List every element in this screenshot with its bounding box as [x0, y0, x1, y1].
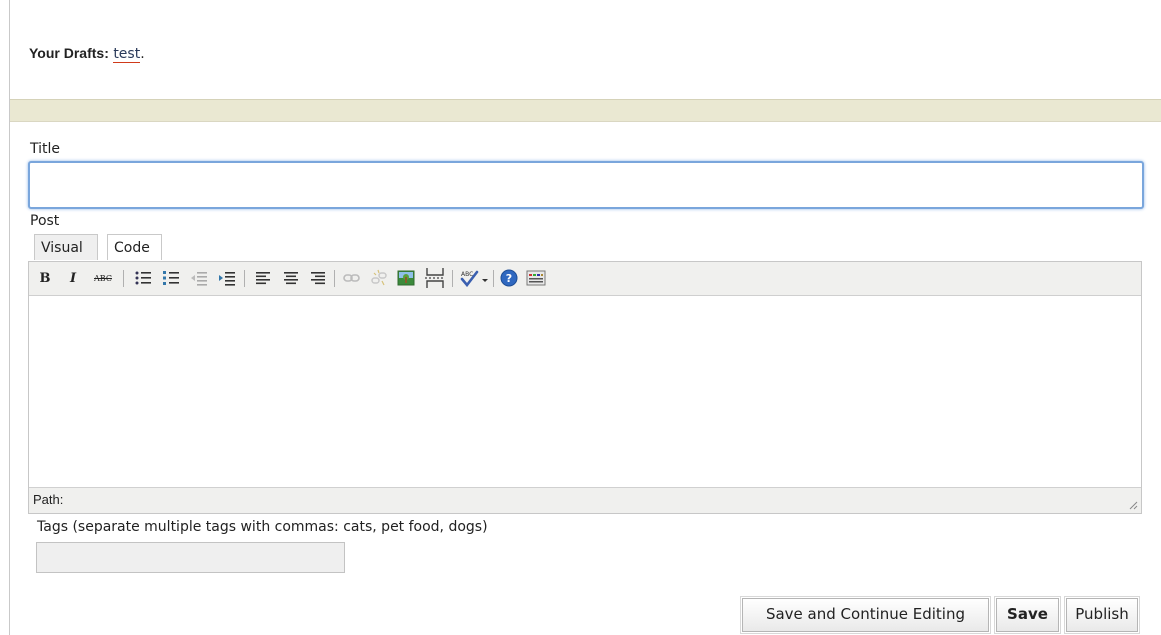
tab-visual[interactable]: Visual	[34, 234, 98, 260]
toolbar-separator	[334, 270, 335, 287]
spellcheck-button[interactable]: ABC	[459, 268, 489, 288]
toggle-toolbar-button[interactable]	[525, 268, 547, 288]
separator-band	[10, 99, 1161, 122]
editor-path-bar: Path:	[29, 487, 1141, 513]
toolbar-separator	[493, 270, 494, 287]
align-left-icon	[256, 272, 270, 285]
bullet-list-button[interactable]	[133, 268, 153, 288]
align-center-icon	[284, 272, 298, 285]
tab-code[interactable]: Code	[107, 234, 162, 260]
image-icon	[397, 270, 415, 286]
spellcheck-icon: ABC	[460, 270, 488, 287]
post-label: Post	[30, 213, 60, 229]
outdent-button[interactable]	[189, 268, 209, 288]
editor-content-area[interactable]	[29, 296, 1141, 486]
tags-input[interactable]	[36, 542, 345, 573]
title-input[interactable]	[28, 161, 1144, 209]
draft-link[interactable]: test	[113, 46, 141, 63]
italic-button[interactable]: I	[63, 268, 83, 288]
link-icon	[343, 274, 360, 282]
more-break-icon	[425, 268, 445, 288]
strikethrough-button[interactable]: ABC	[91, 268, 115, 288]
drafts-suffix: .	[140, 46, 145, 62]
help-icon: ?	[500, 269, 518, 287]
svg-text:ABC: ABC	[461, 271, 473, 278]
unlink-icon	[371, 269, 387, 286]
path-label: Path:	[33, 492, 64, 507]
toolbar-separator	[244, 270, 245, 287]
drafts-label: Your Drafts:	[29, 45, 109, 61]
kitchen-sink-icon	[526, 270, 546, 286]
drafts-line: Your Drafts: test.	[29, 45, 145, 63]
align-right-button[interactable]	[308, 268, 328, 288]
save-and-continue-button[interactable]: Save and Continue Editing	[740, 596, 991, 634]
title-label: Title	[30, 141, 61, 157]
tags-label: Tags (separate multiple tags with commas…	[37, 519, 488, 535]
help-button[interactable]: ?	[499, 268, 519, 288]
unlink-button[interactable]	[369, 268, 389, 288]
insert-link-button[interactable]	[342, 268, 362, 288]
bold-button[interactable]: B	[35, 268, 55, 288]
page-left-border	[9, 0, 10, 635]
resize-handle-icon[interactable]	[1128, 500, 1138, 510]
align-left-button[interactable]	[253, 268, 273, 288]
bullet-list-icon	[135, 271, 151, 285]
align-right-icon	[311, 272, 325, 285]
publish-button[interactable]: Publish	[1064, 596, 1140, 634]
indent-icon	[219, 272, 235, 286]
post-editor: B I ABC ABC ? Path:	[28, 261, 1142, 514]
indent-button[interactable]	[217, 268, 237, 288]
insert-image-button[interactable]	[396, 268, 416, 288]
editor-toolbar: B I ABC ABC ?	[29, 262, 1141, 296]
numbered-list-icon	[163, 271, 179, 285]
outdent-icon	[191, 272, 207, 286]
save-button[interactable]: Save	[994, 596, 1061, 634]
insert-more-button[interactable]	[423, 268, 447, 288]
align-center-button[interactable]	[281, 268, 301, 288]
toolbar-separator	[123, 270, 124, 287]
toolbar-separator	[452, 270, 453, 287]
svg-text:?: ?	[506, 272, 512, 285]
numbered-list-button[interactable]	[161, 268, 181, 288]
